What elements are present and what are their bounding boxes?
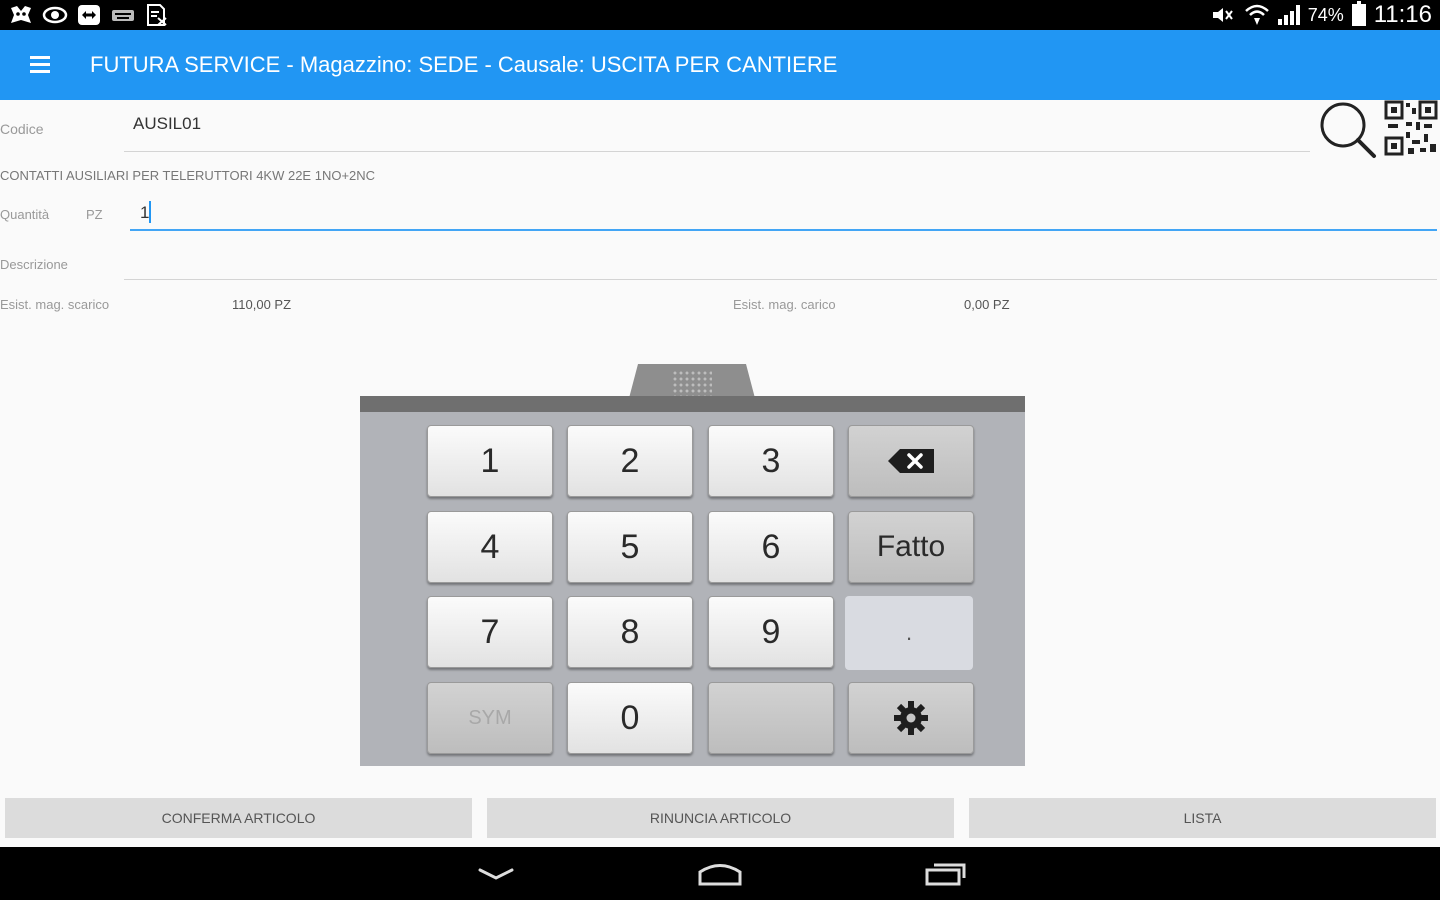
key-7[interactable]: 7 — [427, 596, 553, 668]
recents-icon[interactable] — [916, 857, 976, 891]
document-icon — [144, 4, 170, 26]
esist-carico-label: Esist. mag. carico — [733, 297, 836, 312]
esist-carico-value: 0,00 PZ — [964, 297, 1010, 312]
grip-icon — [672, 370, 712, 396]
settings-key[interactable] — [848, 682, 974, 754]
unit-label: PZ — [86, 207, 103, 222]
qr-code-icon[interactable] — [1384, 100, 1438, 156]
codice-input[interactable]: AUSIL01 — [133, 114, 201, 134]
backspace-key[interactable] — [848, 425, 974, 497]
quantita-label: Quantità — [0, 207, 50, 222]
navigation-bar — [0, 847, 1440, 900]
signal-icon — [1277, 5, 1300, 25]
numeric-keypad: 1 2 3 4 5 6 Fatto 7 8 9 . SYM 0 — [360, 412, 1025, 766]
key-5[interactable]: 5 — [567, 511, 693, 583]
text-cursor — [149, 201, 151, 223]
list-button[interactable]: LISTA — [969, 798, 1436, 838]
app-bar: FUTURA SERVICE - Magazzino: SEDE - Causa… — [0, 30, 1440, 100]
esist-scarico-label: Esist. mag. scarico — [0, 297, 110, 312]
esist-scarico-value: 110,00 PZ — [232, 297, 292, 312]
battery-icon — [1351, 1, 1366, 26]
key-0[interactable]: 0 — [567, 682, 693, 754]
page-title: FUTURA SERVICE - Magazzino: SEDE - Causa… — [90, 52, 838, 77]
key-3[interactable]: 3 — [708, 425, 834, 497]
quantita-input-underline — [130, 229, 1437, 231]
dot-key[interactable]: . — [845, 596, 973, 670]
codice-label: Codice — [0, 121, 44, 137]
backspace-icon — [888, 449, 934, 473]
key-4[interactable]: 4 — [427, 511, 553, 583]
key-2[interactable]: 2 — [567, 425, 693, 497]
cancel-article-button[interactable]: RINUNCIA ARTICOLO — [487, 798, 954, 838]
search-icon[interactable] — [1316, 100, 1380, 160]
status-bar: 74% 11:16 — [0, 0, 1440, 30]
eye-icon — [42, 4, 68, 26]
teamviewer-icon — [76, 4, 102, 26]
back-icon[interactable] — [466, 857, 526, 891]
clock: 11:16 — [1373, 1, 1432, 28]
descrizione-label: Descrizione — [0, 257, 68, 272]
empty-key[interactable] — [708, 682, 834, 754]
key-8[interactable]: 8 — [567, 596, 693, 668]
notification-app-icon — [8, 4, 34, 26]
key-6[interactable]: 6 — [708, 511, 834, 583]
product-description: CONTATTI AUSILIARI PER TELERUTTORI 4KW 2… — [0, 168, 376, 183]
status-notification-icons — [8, 2, 170, 28]
keypad-top-bar — [360, 396, 1025, 412]
hamburger-menu-icon[interactable] — [26, 50, 56, 80]
gear-icon — [894, 701, 928, 735]
wifi-icon — [1244, 4, 1270, 26]
keyboard-icon — [110, 4, 136, 26]
codice-input-underline — [124, 151, 1310, 152]
mute-icon — [1210, 4, 1236, 26]
battery-percent: 74% — [1307, 4, 1344, 25]
home-icon[interactable] — [690, 857, 750, 891]
sym-key[interactable]: SYM — [427, 682, 553, 754]
key-9[interactable]: 9 — [708, 596, 834, 668]
confirm-article-button[interactable]: CONFERMA ARTICOLO — [5, 798, 472, 838]
key-1[interactable]: 1 — [427, 425, 553, 497]
descrizione-input-underline — [124, 279, 1437, 280]
status-system-icons: 74% 11:16 — [1210, 0, 1432, 30]
done-key[interactable]: Fatto — [848, 511, 974, 583]
